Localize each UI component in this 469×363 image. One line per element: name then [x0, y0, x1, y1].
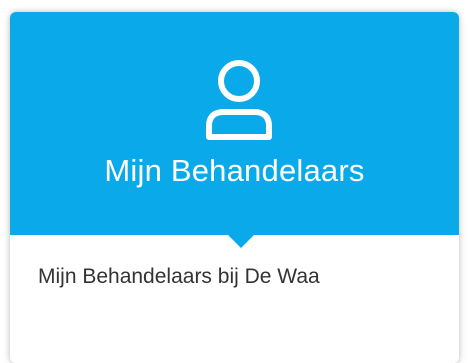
card-header: Mijn Behandelaars — [10, 12, 459, 235]
card-title: Mijn Behandelaars — [104, 153, 365, 188]
card-description: Mijn Behandelaars bij De Waa — [38, 265, 320, 288]
behandelaars-card[interactable]: Mijn Behandelaars Mijn Behandelaars bij … — [10, 12, 459, 363]
user-icon — [206, 60, 272, 140]
header-pointer — [228, 235, 254, 248]
